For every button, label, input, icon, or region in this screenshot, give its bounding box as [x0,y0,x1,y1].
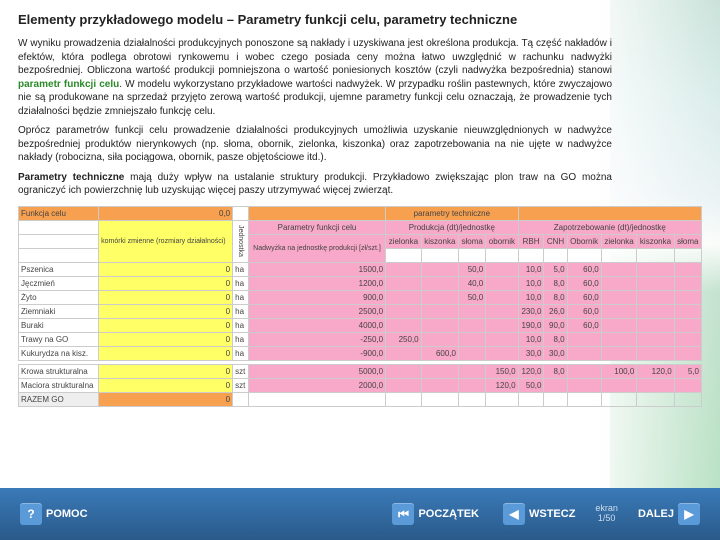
poczatek-button[interactable]: ⏮POCZĄTEK [384,497,487,531]
help-icon: ? [20,503,42,525]
table-row: Żyto0ha900,050,010,08,060,0 [19,290,702,304]
footer-nav: ?POMOC ⏮POCZĄTEK ◀WSTECZ ekran1/50 DALEJ… [0,488,720,540]
table-row: Krowa strukturalna0szt5000,0150,0120,08,… [19,364,702,378]
table-row: Jęczmień0ha1200,040,010,08,060,0 [19,276,702,290]
dalej-button[interactable]: DALEJ▶ [630,497,708,531]
page-title: Elementy przykładowego modelu – Parametr… [18,12,702,27]
data-table: Funkcja celu 0,0 parametry techniczne ko… [18,206,702,407]
table-row: Pszenica0ha1500,050,010,05,060,0 [19,262,702,276]
table-row: Trawy na GO0ha-250,0250,010,08,0 [19,332,702,346]
paragraph-1: W wyniku prowadzenia działalności produk… [18,37,702,118]
paragraph-2: Oprócz parametrów funkcji celu prowadzen… [18,124,702,165]
table-row: Ziemniaki0ha2500,0230,026,060,0 [19,304,702,318]
table-row: Kukurydza na kisz.0ha-900,0600,030,030,0 [19,346,702,360]
ekran-counter: ekran1/50 [595,504,618,524]
next-icon: ▶ [678,503,700,525]
table-row: Maciora strukturalna0szt2000,0120,050,0 [19,378,702,392]
table-row: Buraki0ha4000,0190,090,060,0 [19,318,702,332]
back-icon: ◀ [503,503,525,525]
wstecz-button[interactable]: ◀WSTECZ [495,497,583,531]
pomoc-button[interactable]: ?POMOC [12,497,96,531]
first-icon: ⏮ [392,503,414,525]
highlight-param: parametr funkcji celu [18,79,119,90]
paragraph-3: Parametry techniczne mają duży wpływ na … [18,171,702,198]
